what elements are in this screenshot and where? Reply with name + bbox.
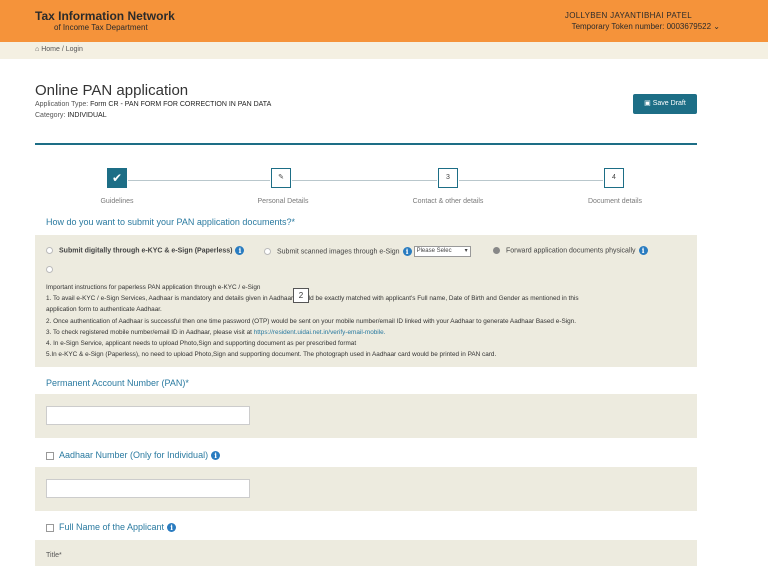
option-physical-label: Forward application documents physically: [506, 247, 636, 255]
pan-input[interactable]: [46, 406, 250, 425]
application-type-value: Form CR - PAN FORM FOR CORRECTION IN PAN…: [90, 101, 272, 108]
step-label-contact: Contact & other details: [412, 198, 484, 205]
radio-scanned[interactable]: [264, 248, 271, 255]
fullname-field[interactable]: Full Name of the Applicant i: [46, 522, 177, 533]
breadcrumb-current: Login: [65, 46, 83, 53]
uidai-verify-link[interactable]: https://resident.uidai.net.in/verify-ema…: [254, 329, 386, 336]
save-icon: ▣: [644, 100, 651, 107]
step-label-personal: Personal Details: [257, 198, 309, 205]
save-draft-button[interactable]: ▣ Save Draft: [633, 94, 697, 114]
aadhaar-field[interactable]: Aadhaar Number (Only for Individual) i: [46, 450, 221, 461]
site-logo-title[interactable]: Tax Information Network: [35, 9, 175, 23]
aadhaar-checkbox[interactable]: [46, 451, 54, 460]
radio-ekyc[interactable]: [46, 247, 53, 254]
pan-label: Permanent Account Number (PAN)*: [46, 378, 189, 388]
info-icon[interactable]: i: [638, 246, 648, 255]
category: Category: INDIVIDUAL: [35, 112, 107, 119]
title-panel: [35, 540, 697, 566]
option-extra-radio[interactable]: [46, 266, 59, 273]
instruction-line: 5.In e-KYC & e-Sign (Paperless), no need…: [46, 351, 497, 358]
save-draft-label: Save Draft: [652, 100, 686, 107]
instruction-line: 1. To avail e-KYC / e-Sign Services, Aad…: [46, 295, 579, 302]
user-name: JOLLYBEN JAYANTIBHAI PATEL: [564, 11, 692, 20]
option-scanned[interactable]: Submit scanned images through e-Sign i Ple…: [264, 246, 471, 257]
step-label-document: Document details: [587, 198, 643, 205]
info-icon[interactable]: i: [167, 523, 177, 533]
token-dropdown[interactable]: Temporary Token number: 0003679522 ⌄: [572, 22, 720, 31]
category-value: INDIVIDUAL: [67, 112, 107, 119]
step-connector: [292, 180, 437, 181]
tooltip-badge: 2: [293, 288, 309, 303]
application-type: Application Type: Form CR - PAN FORM FOR…: [35, 101, 271, 108]
application-type-label: Application Type:: [35, 101, 89, 108]
step-guidelines-check-icon[interactable]: ✔: [107, 168, 127, 188]
breadcrumb-separator: /: [61, 46, 64, 53]
scanned-type-select[interactable]: Please Selec: [413, 246, 471, 257]
title-label: Title*: [46, 552, 62, 559]
radio-physical[interactable]: [493, 247, 500, 254]
section-divider: [35, 143, 697, 145]
option-ekyc[interactable]: Submit digitally through e-KYC & e-Sign …: [46, 246, 245, 255]
option-physical[interactable]: Forward application documents physically…: [493, 246, 648, 255]
instructions-title: Important instructions for paperless PAN…: [46, 284, 261, 291]
submission-question: How do you want to submit your PAN appli…: [46, 217, 295, 227]
breadcrumb: ⌂ Home / Login: [0, 42, 768, 59]
fullname-checkbox[interactable]: [46, 523, 54, 532]
home-icon[interactable]: ⌂: [35, 46, 39, 53]
instruction-line: 3. To check registered mobile number/ema…: [46, 329, 385, 336]
instruction-text: 3. To check registered mobile number/ema…: [46, 329, 252, 336]
step-personal-pencil-icon[interactable]: ✎: [271, 168, 291, 188]
step-document-number[interactable]: 4: [604, 168, 624, 188]
instruction-line: 2. Once authentication of Aadhaar is suc…: [46, 318, 577, 325]
instruction-line: 4. In e-Sign Service, applicant needs to…: [46, 340, 357, 347]
step-connector: [128, 180, 270, 181]
fullname-label: Full Name of the Applicant: [59, 522, 165, 532]
info-icon[interactable]: i: [402, 247, 412, 256]
breadcrumb-home[interactable]: Home: [41, 46, 60, 53]
step-contact-number[interactable]: 3: [438, 168, 458, 188]
info-icon[interactable]: i: [235, 246, 245, 255]
option-scanned-label: Submit scanned images through e-Sign: [277, 248, 400, 256]
option-ekyc-label: Submit digitally through e-KYC & e-Sign …: [59, 247, 233, 255]
aadhaar-label: Aadhaar Number (Only for Individual): [59, 450, 209, 460]
aadhaar-input[interactable]: [46, 479, 250, 498]
radio-extra[interactable]: [46, 266, 53, 273]
instruction-line: application form to authenticate Aadhaar…: [46, 306, 162, 313]
site-logo-subtitle: of Income Tax Department: [54, 23, 148, 32]
step-connector: [459, 180, 603, 181]
category-label: Category:: [35, 112, 66, 119]
page-title: Online PAN application: [35, 82, 189, 99]
top-header: Tax Information Network of Income Tax De…: [0, 0, 768, 42]
step-label-guidelines: Guidelines: [100, 198, 134, 205]
info-icon[interactable]: i: [211, 451, 221, 461]
